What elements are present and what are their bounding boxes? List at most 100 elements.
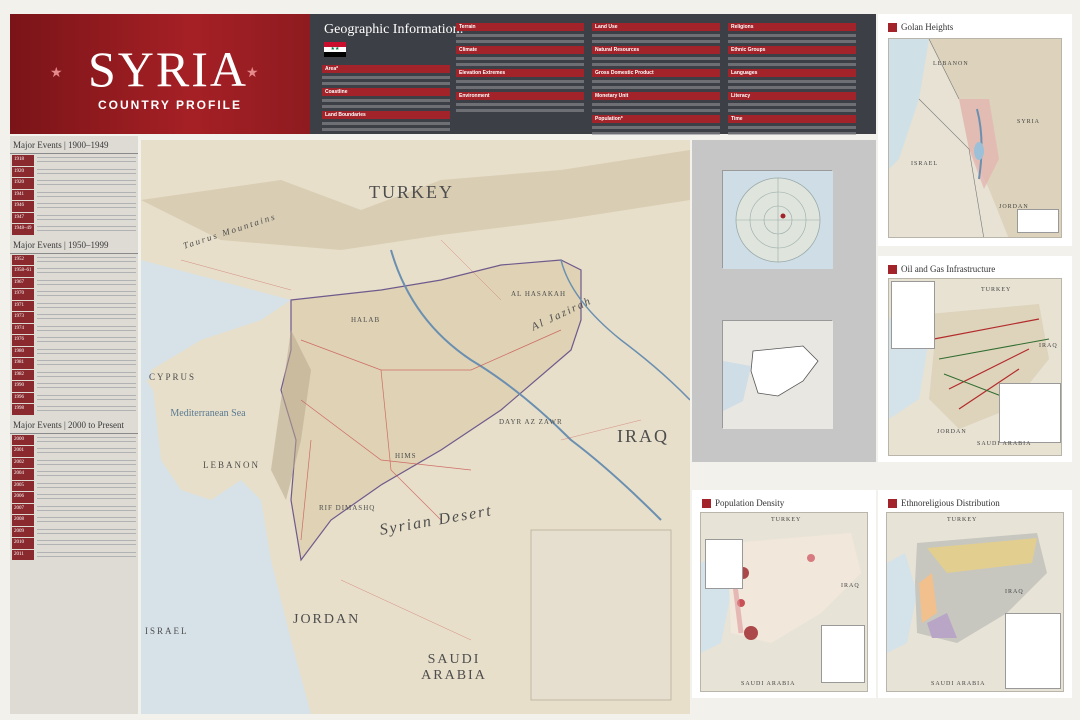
geo-text-line (592, 109, 720, 112)
legend-box (1017, 209, 1059, 233)
geo-text-line (728, 34, 856, 37)
events-heading: Major Events | 1950–1999 (10, 236, 138, 254)
map-label-iraq: IRAQ (617, 426, 669, 446)
map-label: ISRAEL (911, 161, 938, 167)
event-row: 2009 (12, 526, 136, 537)
event-year: 2008 (12, 515, 34, 526)
golan-map: LEBANON SYRIA ISRAEL JORDAN (888, 38, 1062, 238)
map-label-israel: ISRAEL (145, 626, 189, 636)
event-text (37, 528, 136, 536)
event-row: 2005 (12, 480, 136, 491)
event-row: 2006 (12, 492, 136, 503)
event-text (37, 494, 136, 501)
geo-text-line (456, 103, 584, 106)
geo-section-label: Land Boundaries (322, 111, 450, 119)
event-row: 1958–61 (12, 266, 136, 277)
event-text (37, 482, 136, 490)
event-year: 1990 (12, 381, 34, 392)
geo-text-line (322, 128, 450, 131)
geo-text-line (728, 40, 856, 43)
geo-text-line (322, 99, 450, 102)
event-year: 2007 (12, 503, 34, 514)
geo-section-label: Coastline (322, 88, 450, 96)
event-text (37, 406, 136, 413)
map-label-halab: HALAB (351, 316, 381, 324)
event-text (37, 360, 136, 367)
map-label-dayr: DAYR AZ ZAWR (499, 418, 563, 426)
geo-text-line (456, 40, 584, 43)
geo-section-label: Elevation Extremes (456, 69, 584, 77)
geo-section-label: Time (728, 115, 856, 123)
geo-text-line (322, 122, 450, 125)
event-text (37, 214, 136, 222)
geo-text-line (322, 82, 450, 85)
event-text (37, 371, 136, 379)
geo-section-label: Environment (456, 92, 584, 100)
event-row: 1976 (12, 335, 136, 346)
map-label: IRAQ (1005, 589, 1024, 595)
event-year: 1947 (12, 212, 34, 223)
star-icon: ★ (50, 64, 63, 80)
geo-text-line (728, 132, 856, 135)
event-row: 2004 (12, 469, 136, 480)
event-year: 2005 (12, 480, 34, 491)
oil-gas-panel: Oil and Gas Infrastructure TURKEY IRAQ J… (878, 256, 1072, 462)
event-text (37, 168, 136, 176)
geo-text-line (592, 63, 720, 66)
geo-section-label: Literacy (728, 92, 856, 100)
geo-text-line (592, 126, 720, 129)
event-text (37, 256, 136, 264)
event-year: 1970 (12, 289, 34, 300)
geo-text-line (728, 86, 856, 89)
geo-section-label: Gross Domestic Product (592, 69, 720, 77)
page-subtitle: COUNTRY PROFILE (98, 98, 243, 112)
event-text (37, 226, 136, 233)
ethno-map: TURKEY IRAQ SAUDI ARABIA (886, 512, 1064, 692)
event-row: 1996 (12, 392, 136, 403)
event-row: 2008 (12, 515, 136, 526)
event-row: 1980 (12, 346, 136, 357)
event-text (37, 279, 136, 287)
geo-section-label: Climate (456, 46, 584, 54)
geo-text-line (592, 34, 720, 37)
event-text (37, 383, 136, 390)
geo-text-line (592, 132, 720, 135)
geo-text-line (456, 57, 584, 60)
geo-text-line (728, 109, 856, 112)
event-text (37, 203, 136, 210)
event-row: 2001 (12, 446, 136, 457)
event-year: 1952 (12, 254, 34, 265)
geographic-info-block: Geographic Information: ★★ Area* Coastlin… (310, 14, 876, 135)
event-row: 1918 (12, 155, 136, 166)
geo-section-label: Monetary Unit (592, 92, 720, 100)
ethno-title: Ethnoreligious Distribution (888, 498, 1000, 508)
geo-section-label: Land Use (592, 23, 720, 31)
oil-gas-title: Oil and Gas Infrastructure (888, 264, 995, 274)
geo-text-line (322, 105, 450, 108)
event-year: 2000 (12, 434, 34, 445)
event-row: 1947 (12, 212, 136, 223)
event-text (37, 436, 136, 444)
event-year: 2009 (12, 526, 34, 537)
map-label: TURKEY (771, 517, 802, 523)
geo-text-line (322, 76, 450, 79)
geo-section-label: Area* (322, 65, 450, 73)
map-label-hasakah: AL HASAKAH (511, 290, 567, 298)
event-year: 2010 (12, 538, 34, 549)
map-label-lebanon: LEBANON (203, 460, 260, 470)
geo-heading: Geographic Information: (324, 22, 464, 37)
geo-section-label: Languages (728, 69, 856, 77)
geo-text-line (456, 80, 584, 83)
geo-text-line (728, 80, 856, 83)
geo-text-line (592, 86, 720, 89)
event-year: 1920 (12, 166, 34, 177)
geo-column: Land Use Natural Resources Gross Domestic … (592, 20, 720, 138)
map-label-turkey: TURKEY (369, 182, 454, 202)
flag-icon: ★★ (324, 42, 346, 57)
major-events-column: Major Events | 1900–1949 1918 1920 1920 1941… (10, 136, 138, 714)
event-text (37, 448, 136, 455)
legend-box (705, 539, 743, 589)
event-row: 1948–49 (12, 224, 136, 235)
map-label-rif: RIF DIMASHQ (319, 504, 376, 512)
geo-text-line (728, 126, 856, 129)
